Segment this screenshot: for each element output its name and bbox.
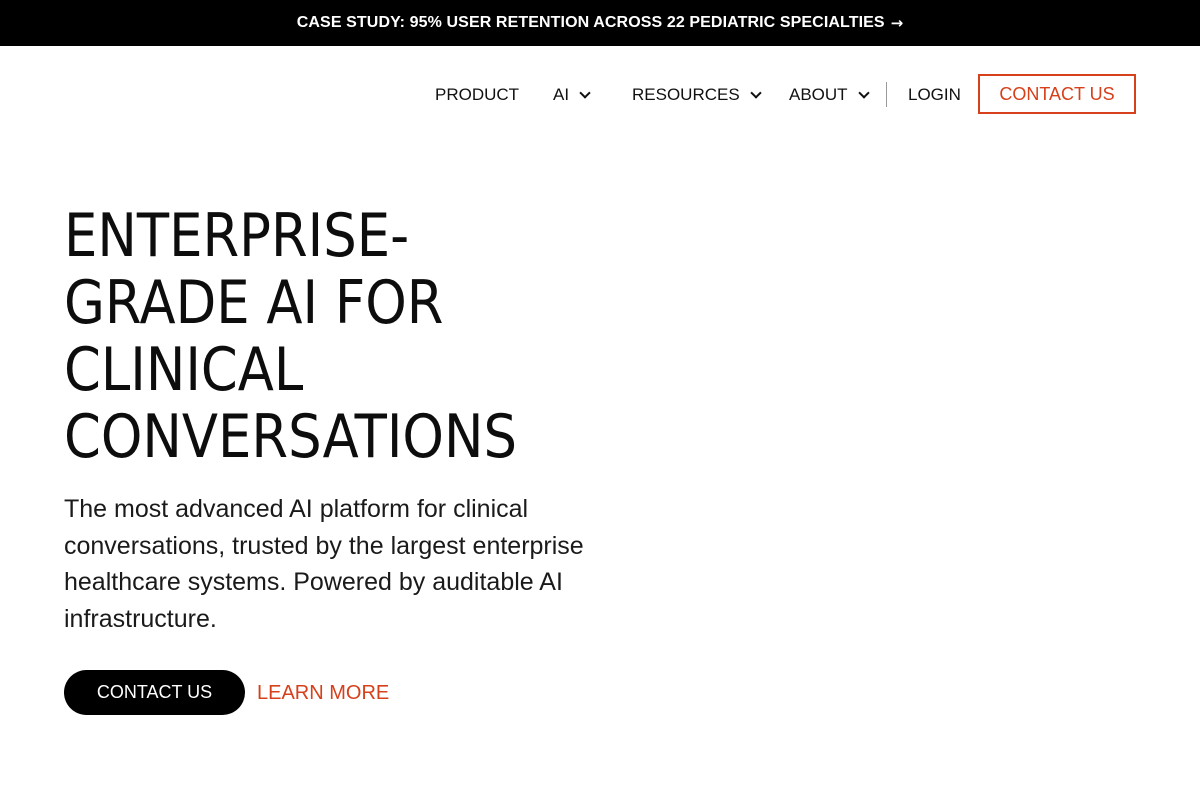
learn-more-link[interactable]: LEARN MORE bbox=[257, 680, 389, 706]
hero-title-line: CLINICAL bbox=[64, 335, 304, 405]
announcement-banner[interactable]: CASE STUDY: 95% USER RETENTION ACROSS 22… bbox=[0, 0, 1200, 46]
chevron-down-icon bbox=[579, 86, 591, 99]
contact-us-label: CONTACT US bbox=[96, 682, 213, 702]
nav-about-dropdown[interactable]: ABOUT bbox=[789, 84, 870, 106]
arrow-right-icon: → bbox=[890, 14, 904, 32]
chevron-down-icon bbox=[750, 86, 762, 99]
nav-contact-label: CONTACT US bbox=[999, 83, 1115, 104]
learn-more-label: LEARN MORE bbox=[257, 681, 390, 704]
nav-contact-button[interactable]: CONTACT US bbox=[978, 74, 1136, 114]
chevron-down-icon bbox=[857, 86, 870, 99]
nav-product-label: PRODUCT bbox=[435, 85, 520, 104]
nav-login-label: LOGIN bbox=[908, 85, 961, 104]
banner-text: CASE STUDY: 95% USER RETENTION ACROSS 22… bbox=[296, 14, 885, 31]
hero-subtitle: The most advanced AI platform for clinic… bbox=[64, 495, 584, 633]
hero-title: ENTERPRISE- GRADE AI FOR CLINICAL CONVER… bbox=[64, 203, 592, 471]
hero-title-line: GRADE AI FOR bbox=[64, 268, 444, 338]
nav-resources-label: RESOURCES bbox=[632, 85, 740, 104]
nav-ai-label: AI bbox=[553, 85, 570, 104]
contact-us-button[interactable]: CONTACT US bbox=[64, 670, 245, 715]
hero-title-line: CONVERSATIONS bbox=[64, 402, 518, 472]
nav-ai-dropdown[interactable]: AI bbox=[553, 84, 591, 106]
nav-divider bbox=[886, 82, 887, 107]
nav-resources-dropdown[interactable]: RESOURCES bbox=[632, 84, 762, 106]
nav-about-label: ABOUT bbox=[789, 85, 848, 104]
nav-product[interactable]: PRODUCT bbox=[435, 84, 519, 106]
hero-title-line: ENTERPRISE- bbox=[64, 201, 410, 271]
nav-login[interactable]: LOGIN bbox=[908, 84, 961, 106]
